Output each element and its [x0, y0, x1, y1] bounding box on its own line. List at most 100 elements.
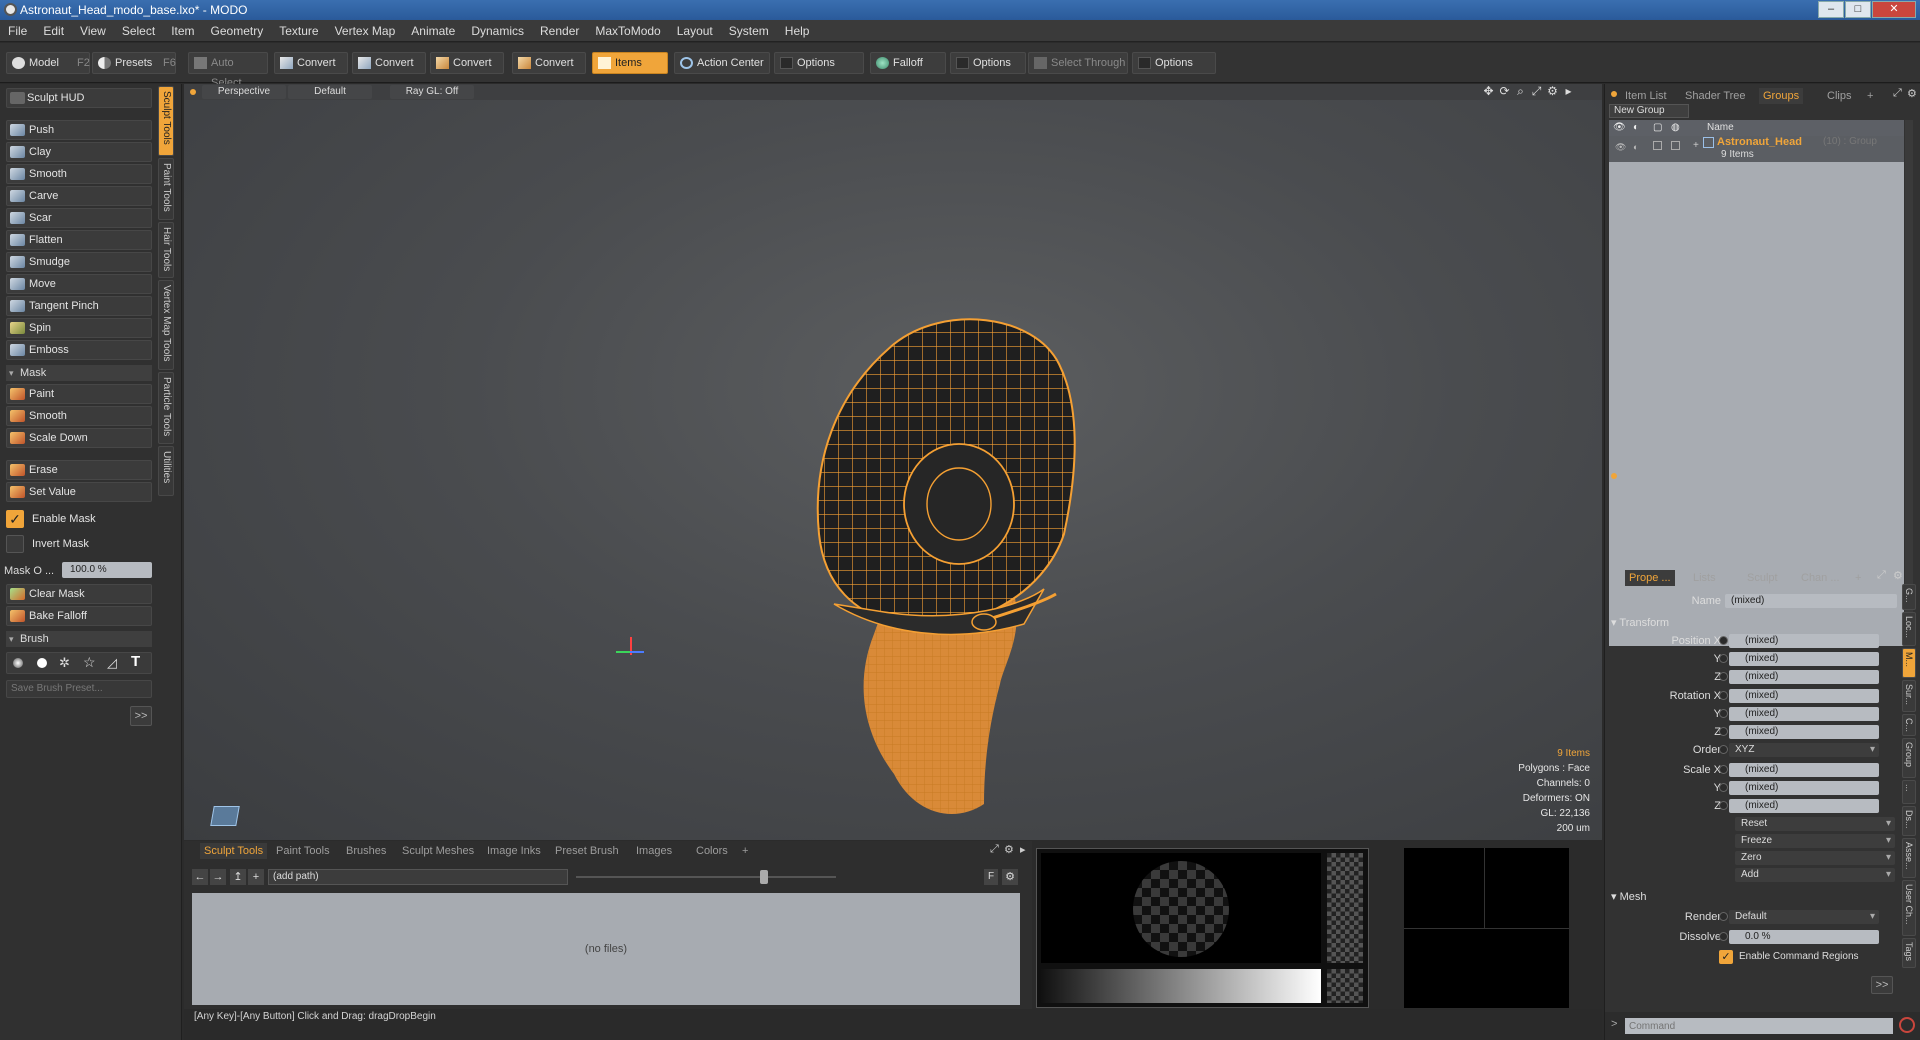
tool-emboss[interactable]: Emboss [6, 340, 152, 360]
zoom-icon[interactable]: ⌕ [1514, 85, 1527, 98]
menu-maxtomodo[interactable]: MaxToModo [587, 20, 668, 42]
side-tab-more[interactable]: ... [1902, 780, 1916, 804]
tab-groups[interactable]: Groups [1759, 88, 1804, 104]
procedural-brush-icon[interactable]: ✲ [59, 655, 70, 671]
tab-shader-tree[interactable]: Shader Tree [1685, 88, 1746, 104]
tab-channels[interactable]: Chan ... [1801, 570, 1840, 586]
order-anim-dot[interactable] [1719, 745, 1728, 754]
side-tab-user-channels[interactable]: User Ch... [1902, 880, 1916, 936]
side-tab-c[interactable]: C... [1902, 714, 1916, 736]
position-x-field[interactable]: (mixed) [1729, 634, 1879, 648]
model-button[interactable]: Model F2 [6, 52, 90, 74]
tab-colors[interactable]: Colors [696, 843, 728, 859]
position-z-anim-dot[interactable] [1719, 672, 1728, 681]
add-props-tab[interactable]: + [1855, 570, 1861, 586]
shading-dropdown[interactable]: Default [288, 85, 372, 99]
menu-file[interactable]: File [0, 20, 35, 42]
filter-button[interactable]: F [984, 869, 998, 885]
panel-settings-icon[interactable]: ⚙ [1004, 843, 1014, 856]
props-more-button[interactable]: >> [1871, 976, 1893, 994]
sculpt-hud-button[interactable]: Sculpt HUD [6, 88, 152, 108]
menu-item[interactable]: Item [163, 20, 202, 42]
tab-particle-tools[interactable]: Particle Tools [158, 372, 174, 444]
tool-tangent-pinch[interactable]: Tangent Pinch [6, 296, 152, 316]
tool-scar[interactable]: Scar [6, 208, 152, 228]
back-arrow-icon[interactable]: ← [192, 869, 208, 885]
tab-paint-tools-browser[interactable]: Paint Tools [276, 843, 330, 859]
path-dropdown[interactable]: (add path) [268, 869, 568, 885]
mask-section-header[interactable]: Mask [6, 365, 152, 381]
tab-lists[interactable]: Lists [1693, 570, 1716, 586]
convert-polygons-button[interactable]: Convert [430, 52, 504, 74]
text-brush-icon[interactable]: T [131, 653, 140, 670]
tool-push[interactable]: Push [6, 120, 152, 140]
mask-opacity-field[interactable]: 100.0 % [62, 562, 152, 578]
render-anim-dot[interactable] [1719, 912, 1728, 921]
lock-column-icon[interactable]: ▢ [1653, 122, 1662, 133]
add-panel-tab[interactable]: + [1867, 88, 1873, 104]
add-path-icon[interactable]: + [248, 869, 264, 885]
scale-z-field[interactable]: (mixed) [1729, 799, 1879, 813]
tool-spin[interactable]: Spin [6, 318, 152, 338]
presets-button[interactable]: Presets F6 [92, 52, 176, 74]
tool-carve[interactable]: Carve [6, 186, 152, 206]
position-z-field[interactable]: (mixed) [1729, 670, 1879, 684]
mask-smooth-button[interactable]: Smooth [6, 406, 152, 426]
menu-layout[interactable]: Layout [669, 20, 721, 42]
rotation-z-field[interactable]: (mixed) [1729, 725, 1879, 739]
thumbnail-size-slider[interactable] [576, 876, 836, 878]
tool-flatten[interactable]: Flatten [6, 230, 152, 250]
scale-y-anim-dot[interactable] [1719, 783, 1728, 792]
side-tab-tags[interactable]: Tags [1902, 938, 1916, 968]
command-history-icon[interactable] [1899, 1017, 1915, 1033]
props-settings-icon[interactable]: ⚙ [1893, 569, 1903, 582]
viewport-menu-icon[interactable]: ▸ [1562, 85, 1575, 98]
tab-item-list[interactable]: Item List [1625, 88, 1667, 104]
scale-z-anim-dot[interactable] [1719, 801, 1728, 810]
tab-vertex-map-tools[interactable]: Vertex Map Tools [158, 280, 174, 370]
scale-x-anim-dot[interactable] [1719, 765, 1728, 774]
side-tab-general[interactable]: G... [1902, 584, 1916, 610]
tool-clay[interactable]: Clay [6, 142, 152, 162]
action-center-options-button[interactable]: Options [774, 52, 864, 74]
falloff-options-button[interactable]: Options [950, 52, 1026, 74]
row-select-icon[interactable] [1671, 141, 1680, 150]
select-through-button[interactable]: Select Through [1028, 52, 1128, 74]
falloff-button[interactable]: Falloff [870, 52, 946, 74]
minimize-button[interactable]: – [1818, 1, 1844, 18]
tab-sculpt-tools[interactable]: Sculpt Tools [158, 86, 174, 156]
clear-mask-button[interactable]: Clear Mask [6, 584, 152, 604]
position-y-anim-dot[interactable] [1719, 654, 1728, 663]
scale-y-field[interactable]: (mixed) [1729, 781, 1879, 795]
pan-icon[interactable]: ✥ [1482, 85, 1495, 98]
side-tab-assembly[interactable]: Asse... [1902, 838, 1916, 878]
tab-clips[interactable]: Clips [1827, 88, 1851, 104]
side-tab-surface[interactable]: Sur... [1902, 680, 1916, 712]
menu-vertex-map[interactable]: Vertex Map [327, 20, 404, 42]
menu-texture[interactable]: Texture [271, 20, 326, 42]
maximize-button[interactable]: □ [1845, 1, 1871, 18]
name-field[interactable]: (mixed) [1725, 594, 1897, 608]
mask-set-value-button[interactable]: Set Value [6, 482, 152, 502]
groups-scrollbar[interactable] [1905, 120, 1913, 646]
freeze-dropdown[interactable]: Freeze [1735, 834, 1895, 848]
tab-brushes[interactable]: Brushes [346, 843, 386, 859]
rotation-y-anim-dot[interactable] [1719, 709, 1728, 718]
add-tab-button[interactable]: + [742, 843, 748, 859]
rotation-y-field[interactable]: (mixed) [1729, 707, 1879, 721]
save-brush-preset-button[interactable]: Save Brush Preset... [6, 680, 152, 698]
side-tab-ds[interactable]: Ds... [1902, 806, 1916, 836]
menu-help[interactable]: Help [777, 20, 818, 42]
tab-hair-tools[interactable]: Hair Tools [158, 222, 174, 278]
brush-section-header[interactable]: Brush [6, 631, 152, 647]
3d-viewport[interactable]: Perspective Default Ray GL: Off ✥ ⟳ ⌕ ⤢ … [184, 84, 1602, 840]
convert-vertices-button[interactable]: Convert [274, 52, 348, 74]
render-column-icon[interactable]: ◐ [1633, 122, 1639, 133]
menu-geometry[interactable]: Geometry [203, 20, 272, 42]
position-x-anim-dot[interactable] [1719, 636, 1728, 645]
command-input[interactable] [1625, 1018, 1893, 1034]
add-dropdown[interactable]: Add [1735, 868, 1895, 882]
mask-erase-button[interactable]: Erase [6, 460, 152, 480]
menu-render[interactable]: Render [532, 20, 587, 42]
row-render-icon[interactable]: ◐ [1633, 142, 1638, 152]
